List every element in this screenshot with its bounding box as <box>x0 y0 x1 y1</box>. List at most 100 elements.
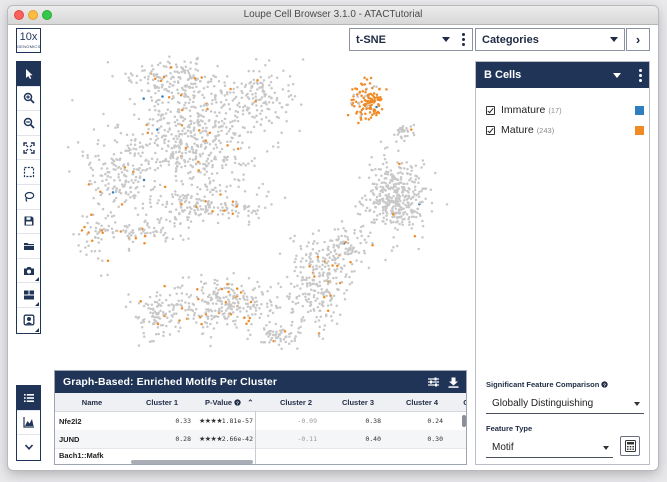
table-row[interactable]: Nfe2l2 0.33 ★★★★ 1.81e-57 -0.09 0.38 0.2… <box>55 412 466 431</box>
column-header-cluster-4[interactable]: Cluster 4 <box>397 398 447 407</box>
cell-point <box>120 203 124 206</box>
cell-point <box>110 157 113 161</box>
cell-point <box>408 223 411 226</box>
column-header-cluster-2[interactable]: Cluster 2 <box>271 398 321 407</box>
category-menu-icon[interactable] <box>633 68 647 82</box>
projection-dropdown[interactable]: t-SNE <box>349 28 473 51</box>
column-header-cluster-5[interactable]: C <box>461 398 466 407</box>
cell-point <box>227 315 230 318</box>
cell-point <box>212 316 216 319</box>
screenshot-button[interactable] <box>17 259 40 284</box>
lasso-select-button[interactable] <box>17 185 40 210</box>
pointer-tool-button[interactable] <box>17 62 40 87</box>
cluster-checkbox-immature[interactable] <box>486 105 495 115</box>
cell-point <box>384 201 387 204</box>
cell-point <box>370 220 373 224</box>
cell-point <box>277 343 281 347</box>
cell-point <box>87 183 91 186</box>
cell-point <box>374 173 378 177</box>
save-button[interactable] <box>17 210 40 235</box>
table-row[interactable]: JUND 0.28 ★★★★ 2.66e-42 -0.11 0.40 0.30 <box>55 430 466 449</box>
zoom-in-button[interactable] <box>17 87 40 112</box>
cell-point <box>153 179 156 183</box>
row-name: JUND <box>59 435 80 444</box>
column-header-pvalue[interactable]: P-Value ? ⌃ <box>205 398 265 407</box>
feature-type-dropdown[interactable]: Motif <box>486 438 613 458</box>
column-header-cluster-3[interactable]: Cluster 3 <box>333 398 383 407</box>
sort-up-icon[interactable]: ⌃ <box>247 398 253 407</box>
cell-point <box>201 93 204 97</box>
categories-dropdown[interactable]: Categories <box>475 28 625 51</box>
cell-point <box>190 105 193 109</box>
horizontal-scrollbar[interactable] <box>131 460 253 464</box>
cluster-item-immature[interactable]: Immature (17) <box>486 103 644 117</box>
fit-to-view-button[interactable] <box>17 136 40 161</box>
cell-point <box>369 76 373 80</box>
cell-point <box>328 267 331 271</box>
cell-point <box>260 96 264 99</box>
zoom-out-button[interactable] <box>17 111 40 136</box>
column-header-cluster-1[interactable]: Cluster 1 <box>141 398 183 407</box>
rectangle-select-button[interactable] <box>17 160 40 185</box>
cell-point <box>166 80 169 84</box>
cell-point <box>159 293 162 297</box>
cell-point <box>401 190 405 194</box>
cell-point <box>127 76 131 79</box>
sig-feature-comparison-dropdown[interactable]: Globally Distinguishing <box>486 394 644 414</box>
collapse-panel-button[interactable] <box>17 435 40 460</box>
table-view-button[interactable] <box>17 386 40 411</box>
cell-point <box>264 93 268 96</box>
cell-point <box>325 278 329 282</box>
open-folder-button[interactable] <box>17 234 40 259</box>
cell-point <box>187 85 191 89</box>
cell-point <box>221 213 224 216</box>
help-icon[interactable]: ? <box>601 381 609 389</box>
cell-point <box>267 190 270 193</box>
cell-point <box>301 58 305 61</box>
cell-point <box>316 255 320 259</box>
vertical-scrollbar[interactable] <box>462 415 466 427</box>
cell-point <box>242 173 245 176</box>
cell-point <box>220 147 224 151</box>
filter-settings-button[interactable] <box>426 375 440 389</box>
cell-point <box>195 162 198 166</box>
categories-next-button[interactable]: › <box>626 28 650 51</box>
cell-point <box>193 311 196 315</box>
cluster-color-swatch-immature[interactable] <box>635 105 644 115</box>
cell-point <box>129 300 132 304</box>
cluster-color-swatch-mature[interactable] <box>635 125 644 135</box>
layout-button[interactable] <box>17 283 40 308</box>
cell-point <box>395 194 399 197</box>
cell-point <box>87 231 90 234</box>
calculator-button[interactable] <box>620 436 640 456</box>
cell-point <box>187 296 191 299</box>
sig-feature-comparison-label: Significant Feature Comparison ? <box>486 380 609 389</box>
tsne-scatter-plot[interactable] <box>48 26 468 371</box>
table-row[interactable]: Bach1::Mafk <box>55 448 466 464</box>
column-header-name[interactable]: Name <box>59 398 125 407</box>
cell-point <box>146 131 150 135</box>
cell-point <box>414 198 418 201</box>
cell-point <box>378 87 381 91</box>
cell-point <box>395 182 398 186</box>
cell-point <box>349 260 352 264</box>
category-header[interactable]: B Cells <box>476 62 649 88</box>
chevron-down-icon[interactable] <box>613 72 621 78</box>
projection-menu-icon[interactable] <box>456 33 470 46</box>
download-button[interactable] <box>446 375 460 389</box>
cell-point <box>231 125 234 128</box>
cell-point <box>221 206 224 209</box>
cluster-item-mature[interactable]: Mature (243) <box>486 123 644 137</box>
cell-point <box>242 178 245 181</box>
cluster-checkbox-mature[interactable] <box>486 125 495 135</box>
cell-point <box>219 209 222 212</box>
cell-point <box>207 154 211 157</box>
help-icon[interactable]: ? <box>234 399 241 407</box>
cell-point <box>414 178 417 181</box>
cell-point <box>285 119 288 123</box>
image-overlay-button[interactable] <box>17 308 40 333</box>
table-header-bar: Graph-Based: Enriched Motifs Per Cluster <box>55 371 466 393</box>
cell-point <box>171 195 175 199</box>
chart-view-button[interactable] <box>17 411 40 436</box>
tsne-plot-area[interactable] <box>48 26 468 371</box>
